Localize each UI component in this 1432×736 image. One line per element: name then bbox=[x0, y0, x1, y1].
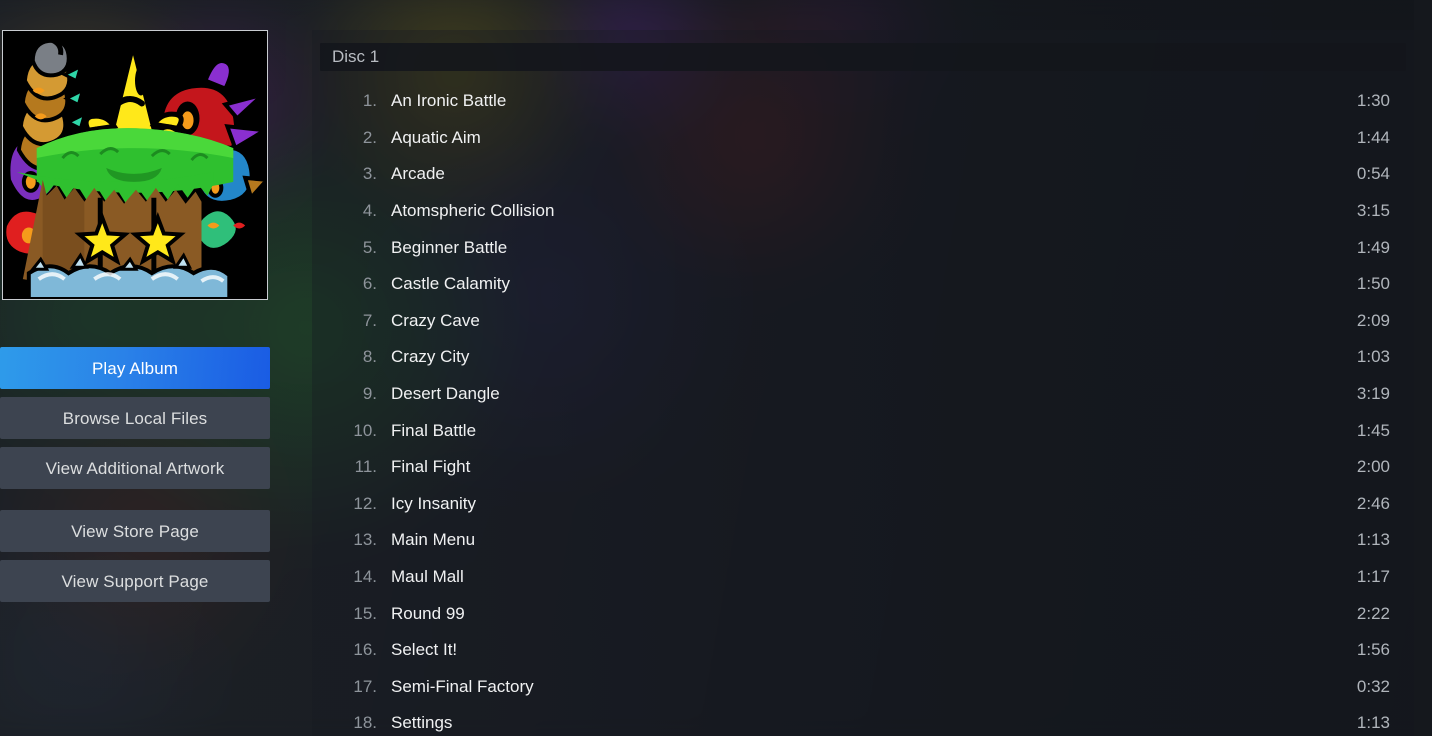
track-title: Icy Insanity bbox=[391, 493, 477, 513]
track-duration: 1:44 bbox=[1356, 127, 1390, 147]
track-duration: 0:54 bbox=[1356, 164, 1390, 184]
track-title: Maul Mall bbox=[391, 567, 464, 587]
track-row[interactable]: 2. Aquatic Aim 1:44 bbox=[312, 120, 1414, 157]
track-title: Beginner Battle bbox=[391, 237, 508, 257]
track-row[interactable]: 12. Icy Insanity 2:46 bbox=[312, 486, 1414, 523]
steam-soundtrack-page: Play Album Browse Local Files View Addit… bbox=[0, 0, 1432, 736]
sidebar: Play Album Browse Local Files View Addit… bbox=[0, 0, 300, 736]
track-number: 12. bbox=[353, 493, 377, 513]
track-number: 5. bbox=[362, 237, 377, 257]
track-duration: 3:19 bbox=[1356, 384, 1390, 404]
track-title: Main Menu bbox=[391, 530, 476, 550]
track-duration: 1:56 bbox=[1356, 640, 1390, 660]
track-title: Atomspheric Collision bbox=[391, 201, 555, 221]
track-duration: 1:17 bbox=[1356, 567, 1390, 587]
track-number: 14. bbox=[353, 567, 377, 587]
track-row[interactable]: 13. Main Menu 1:13 bbox=[312, 522, 1414, 559]
track-title: Final Fight bbox=[391, 457, 471, 477]
track-title: Round 99 bbox=[391, 603, 465, 623]
track-number: 11. bbox=[354, 457, 377, 477]
track-title: Arcade bbox=[391, 164, 445, 184]
track-duration: 1:03 bbox=[1356, 347, 1390, 367]
track-number: 16. bbox=[353, 640, 377, 660]
track-duration: 2:00 bbox=[1356, 457, 1390, 477]
track-row[interactable]: 6. Castle Calamity 1:50 bbox=[312, 266, 1414, 303]
track-number: 6. bbox=[362, 274, 377, 294]
track-number: 1. bbox=[362, 91, 377, 111]
track-duration: 2:09 bbox=[1356, 310, 1390, 330]
view-support-page-button[interactable]: View Support Page bbox=[0, 560, 270, 602]
track-title: Aquatic Aim bbox=[391, 127, 481, 147]
album-cover-illustration bbox=[3, 31, 267, 299]
view-store-page-button[interactable]: View Store Page bbox=[0, 510, 270, 552]
track-number: 10. bbox=[353, 420, 377, 440]
track-row[interactable]: 7. Crazy Cave 2:09 bbox=[312, 303, 1414, 340]
track-title: Crazy Cave bbox=[391, 310, 480, 330]
track-row[interactable]: 1. An Ironic Battle 1:30 bbox=[312, 83, 1414, 120]
view-additional-artwork-button[interactable]: View Additional Artwork bbox=[0, 447, 270, 489]
track-duration: 1:50 bbox=[1356, 274, 1390, 294]
sidebar-action-buttons: Play Album Browse Local Files View Addit… bbox=[0, 347, 270, 610]
track-title: Semi-Final Factory bbox=[391, 676, 534, 696]
track-duration: 0:32 bbox=[1356, 676, 1390, 696]
track-number: 15. bbox=[353, 603, 377, 623]
track-duration: 2:22 bbox=[1356, 603, 1390, 623]
track-duration: 1:45 bbox=[1356, 420, 1390, 440]
track-row[interactable]: 18. Settings 1:13 bbox=[312, 705, 1414, 736]
track-title: Settings bbox=[391, 713, 453, 733]
track-number: 4. bbox=[362, 201, 377, 221]
track-number: 9. bbox=[362, 384, 377, 404]
track-title: Desert Dangle bbox=[391, 384, 500, 404]
disc-header: Disc 1 bbox=[320, 43, 1406, 71]
track-row[interactable]: 17. Semi-Final Factory 0:32 bbox=[312, 669, 1414, 706]
track-row[interactable]: 3. Arcade 0:54 bbox=[312, 156, 1414, 193]
track-number: 18. bbox=[353, 713, 377, 733]
play-album-button[interactable]: Play Album bbox=[0, 347, 270, 389]
track-number: 8. bbox=[362, 347, 377, 367]
track-number: 13. bbox=[353, 530, 377, 550]
track-title: Crazy City bbox=[391, 347, 470, 367]
track-row[interactable]: 11. Final Fight 2:00 bbox=[312, 449, 1414, 486]
track-duration: 1:30 bbox=[1356, 91, 1390, 111]
track-row[interactable]: 15. Round 99 2:22 bbox=[312, 595, 1414, 632]
track-row[interactable]: 14. Maul Mall 1:17 bbox=[312, 559, 1414, 596]
right-gutter bbox=[1414, 0, 1432, 736]
tracklist-panel: Disc 1 1. An Ironic Battle 1:30 2. Aquatic A… bbox=[312, 30, 1414, 736]
track-row[interactable]: 4. Atomspheric Collision 3:15 bbox=[312, 193, 1414, 230]
track-number: 7. bbox=[362, 310, 377, 330]
track-duration: 1:13 bbox=[1356, 530, 1390, 550]
track-row[interactable]: 9. Desert Dangle 3:19 bbox=[312, 376, 1414, 413]
track-duration: 3:15 bbox=[1356, 201, 1390, 221]
track-number: 17. bbox=[353, 676, 377, 696]
track-row[interactable]: 16. Select It! 1:56 bbox=[312, 632, 1414, 669]
track-duration: 1:13 bbox=[1356, 713, 1390, 733]
track-list: 1. An Ironic Battle 1:30 2. Aquatic Aim 1:44 3… bbox=[312, 83, 1414, 736]
track-title: Castle Calamity bbox=[391, 274, 511, 294]
track-duration: 2:46 bbox=[1356, 493, 1390, 513]
track-row[interactable]: 8. Crazy City 1:03 bbox=[312, 339, 1414, 376]
track-title: An Ironic Battle bbox=[391, 91, 507, 111]
track-title: Final Battle bbox=[391, 420, 477, 440]
track-number: 2. bbox=[362, 127, 377, 147]
track-title: Select It! bbox=[391, 640, 458, 660]
track-row[interactable]: 5. Beginner Battle 1:49 bbox=[312, 229, 1414, 266]
track-duration: 1:49 bbox=[1356, 237, 1390, 257]
track-row[interactable]: 10. Final Battle 1:45 bbox=[312, 412, 1414, 449]
album-cover-artwork[interactable] bbox=[2, 30, 268, 300]
browse-local-files-button[interactable]: Browse Local Files bbox=[0, 397, 270, 439]
track-number: 3. bbox=[362, 164, 377, 184]
